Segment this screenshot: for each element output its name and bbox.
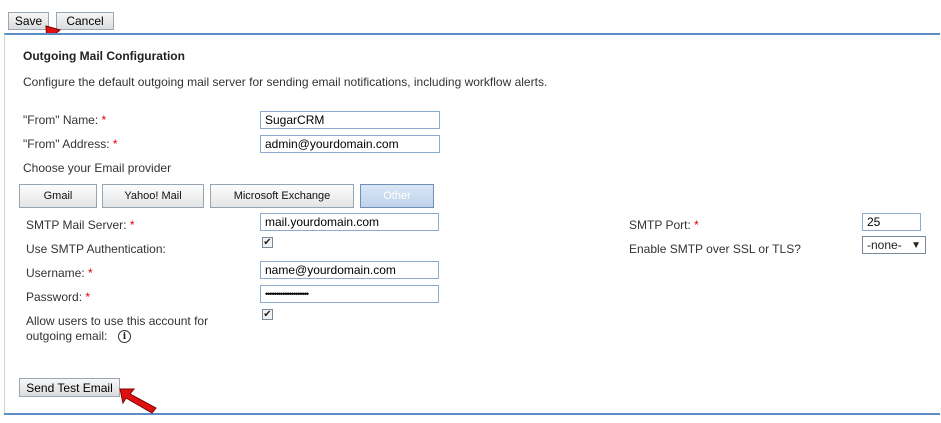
smtp-port-input[interactable]: 25	[862, 213, 921, 231]
mail-config-panel	[4, 33, 940, 413]
provider-prompt: Choose your Email provider	[23, 161, 172, 175]
info-icon[interactable]: i	[118, 330, 131, 343]
ssl-tls-label: Enable SMTP over SSL or TLS?	[629, 242, 801, 256]
allow-users-label-line2: outgoing email:	[26, 329, 108, 343]
section-title: Outgoing Mail Configuration	[23, 49, 185, 63]
smtp-server-label: SMTP Mail Server: *	[26, 218, 135, 232]
smtp-port-label: SMTP Port: *	[629, 218, 699, 232]
smtp-auth-checkbox[interactable]: ✔	[262, 237, 273, 248]
smtp-server-input[interactable]: mail.yourdomain.com	[260, 213, 439, 231]
provider-other-button[interactable]: Other	[360, 184, 434, 208]
password-input[interactable]: ••••••••••••••••••••	[260, 285, 439, 303]
section-description: Configure the default outgoing mail serv…	[23, 75, 548, 89]
provider-yahoo-button[interactable]: Yahoo! Mail	[102, 184, 204, 208]
chevron-down-icon: ▼	[911, 239, 921, 251]
from-address-input[interactable]: admin@yourdomain.com	[260, 135, 440, 153]
allow-users-checkbox[interactable]: ✔	[262, 309, 273, 320]
ssl-tls-selected-value: -none-	[867, 238, 902, 252]
allow-users-label-line1: Allow users to use this account for	[26, 314, 209, 328]
from-name-input[interactable]: SugarCRM	[260, 111, 440, 129]
send-test-email-button[interactable]: Send Test Email	[19, 378, 120, 397]
username-label: Username: *	[26, 266, 93, 280]
red-pointer-arrow-icon	[119, 388, 157, 414]
from-name-label: "From" Name: *	[23, 113, 107, 127]
from-address-label: "From" Address: *	[23, 137, 118, 151]
smtp-auth-label: Use SMTP Authentication:	[26, 242, 166, 256]
provider-gmail-button[interactable]: Gmail	[19, 184, 97, 208]
ssl-tls-select[interactable]: -none- ▼	[862, 236, 926, 254]
password-label: Password: *	[26, 290, 91, 304]
username-input[interactable]: name@yourdomain.com	[260, 261, 439, 279]
provider-exchange-button[interactable]: Microsoft Exchange	[210, 184, 354, 208]
save-button[interactable]: Save	[8, 12, 49, 30]
